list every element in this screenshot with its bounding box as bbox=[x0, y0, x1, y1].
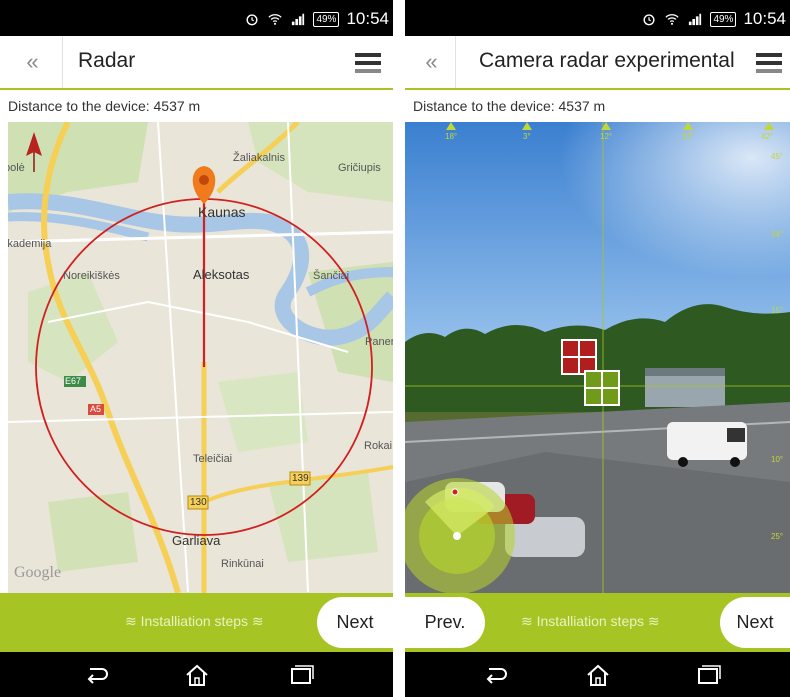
scale-top-3: 12° bbox=[600, 132, 613, 141]
map-label-teleiciai: Teleičiai bbox=[193, 453, 233, 465]
back-chevron-icon: « bbox=[425, 49, 437, 74]
system-nav-bar bbox=[405, 652, 790, 697]
clock: 10:54 bbox=[346, 9, 389, 28]
wifi-icon bbox=[268, 14, 283, 25]
scale-top-1: 18° bbox=[445, 132, 458, 141]
next-button[interactable]: Next bbox=[720, 597, 790, 648]
bottom-bar: ≋ Installiation steps ≋ Next bbox=[0, 593, 393, 652]
alarm-icon bbox=[246, 14, 258, 26]
signal-icon bbox=[292, 13, 305, 26]
scale-top-4: 33° bbox=[682, 132, 695, 141]
app-bar: « Radar bbox=[0, 36, 393, 90]
app-bar: « Camera radar experimental bbox=[405, 36, 790, 90]
status-bar: 49% 10:54 bbox=[405, 0, 790, 36]
status-bar: 49% 10:54 bbox=[0, 0, 393, 36]
green-target bbox=[584, 370, 620, 406]
installation-steps-button[interactable]: ≋ Installiation steps ≋ bbox=[521, 613, 660, 630]
map-label-akademija: Akademija bbox=[8, 238, 52, 250]
menu-button[interactable] bbox=[756, 53, 782, 77]
google-logo: Google bbox=[14, 564, 62, 581]
camera-view[interactable]: 18° 3° 12° 33° 42° 45° 34° 15° 10° 25° bbox=[405, 122, 790, 593]
page-title: Radar bbox=[78, 49, 136, 72]
route-shield-139: 139 bbox=[292, 473, 309, 484]
red-target bbox=[561, 339, 597, 375]
map-label-sanciai: Šančiai bbox=[313, 270, 350, 282]
route-shield-130: 130 bbox=[190, 497, 207, 508]
map-label-griciupis: Gričiupis bbox=[338, 162, 381, 174]
map-label-aleksotas: Aleksotas bbox=[193, 267, 250, 282]
system-nav-bar bbox=[0, 652, 393, 697]
back-button[interactable]: « bbox=[405, 36, 456, 88]
wifi-icon bbox=[665, 14, 680, 25]
menu-button[interactable] bbox=[355, 53, 381, 77]
installation-steps-button[interactable]: ≋ Installiation steps ≋ bbox=[125, 613, 264, 630]
page-title: Camera radar experimental bbox=[479, 49, 735, 72]
map-label-panemune: Panemunė bbox=[365, 336, 393, 348]
camera-canvas bbox=[405, 122, 790, 593]
scale-side-1: 45° bbox=[771, 152, 784, 161]
right-screen: 49% 10:54 « Camera radar experimental Di… bbox=[405, 0, 790, 697]
distance-info: Distance to the device: 4537 m bbox=[0, 90, 393, 122]
home-nav-icon[interactable] bbox=[585, 663, 611, 687]
map-label-noreikiskes: Noreikiškės bbox=[63, 270, 120, 282]
map-label-rokai: Rokai bbox=[364, 440, 393, 452]
scale-top-2: 3° bbox=[523, 132, 531, 141]
map-label-garliava: Garliava bbox=[172, 533, 221, 548]
distance-info: Distance to the device: 4537 m bbox=[405, 90, 790, 122]
back-nav-icon[interactable] bbox=[483, 663, 509, 687]
map-canvas bbox=[8, 122, 393, 593]
back-button[interactable]: « bbox=[0, 36, 63, 88]
bottom-bar: Prev. ≋ Installiation steps ≋ Next bbox=[405, 593, 790, 652]
battery-indicator: 49% bbox=[313, 11, 340, 27]
battery-indicator: 49% bbox=[710, 11, 737, 27]
clock: 10:54 bbox=[743, 9, 786, 28]
scale-side-3: 15° bbox=[771, 306, 784, 315]
next-button[interactable]: Next bbox=[317, 597, 393, 648]
map-label-rinkunai: Rinkūnai bbox=[221, 558, 264, 570]
recents-nav-icon[interactable] bbox=[695, 663, 721, 687]
back-chevron-icon: « bbox=[26, 49, 38, 74]
map-label-zaliakalnis: Žaliakalnis bbox=[233, 152, 285, 164]
route-shield-a5: A5 bbox=[90, 404, 102, 414]
recents-nav-icon[interactable] bbox=[288, 663, 314, 687]
alarm-icon bbox=[643, 14, 655, 26]
map-label-kaunas: Kaunas bbox=[198, 204, 246, 220]
route-shield-e67: E67 bbox=[65, 376, 82, 386]
map-label-pole: polė bbox=[8, 162, 25, 174]
back-nav-icon[interactable] bbox=[84, 663, 110, 687]
signal-icon bbox=[689, 13, 702, 26]
scale-side-2: 34° bbox=[771, 230, 784, 239]
scale-side-5: 25° bbox=[771, 532, 784, 541]
left-screen: 49% 10:54 « Radar Distance to the device… bbox=[0, 0, 393, 697]
map-view[interactable]: Kaunas Žaliakalnis Gričiupis polė Akadem… bbox=[8, 122, 393, 593]
prev-button[interactable]: Prev. bbox=[405, 597, 485, 648]
home-nav-icon[interactable] bbox=[184, 663, 210, 687]
scale-top-5: 42° bbox=[761, 132, 774, 141]
scale-side-4: 10° bbox=[771, 455, 784, 464]
